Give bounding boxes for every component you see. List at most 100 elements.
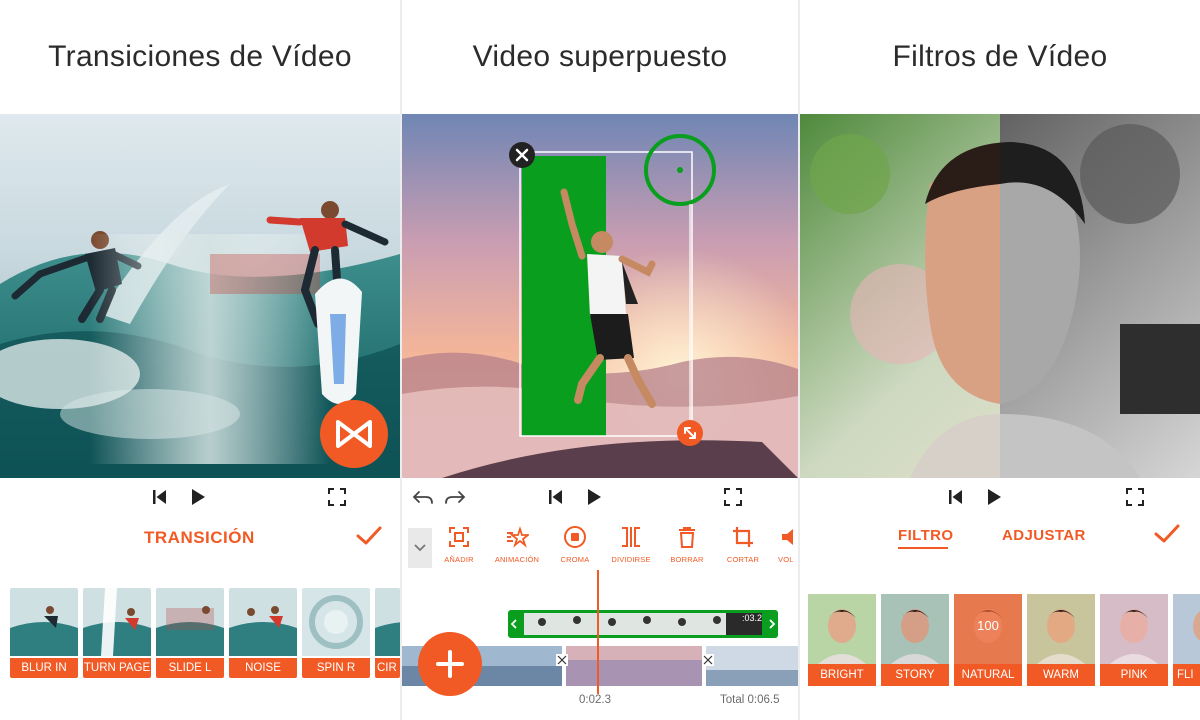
video-preview[interactable] <box>0 114 400 478</box>
volume-icon <box>782 529 793 545</box>
tool-delete[interactable]: BORRAR <box>658 523 716 569</box>
filter-label: NATURAL <box>954 664 1022 686</box>
total-time: Total 0:06.5 <box>720 694 780 706</box>
filter-item[interactable]: STORY <box>881 594 949 686</box>
add-media-button[interactable] <box>418 632 482 696</box>
current-time: 0:02.3 <box>579 694 611 706</box>
tool-label: DIVIDIRSE <box>611 555 651 564</box>
video-preview[interactable] <box>800 114 1200 478</box>
transition-bowtie-icon <box>336 420 372 448</box>
play-icon[interactable] <box>586 488 602 506</box>
transition-label: CIR <box>375 658 400 678</box>
video-preview[interactable] <box>402 114 798 478</box>
filter-thumbnail <box>881 594 949 664</box>
transition-thumbnail <box>83 588 151 656</box>
transition-thumbnail <box>10 588 78 656</box>
close-overlay-button[interactable] <box>509 142 535 168</box>
add-layer-icon <box>449 527 469 547</box>
split-icon <box>622 527 640 547</box>
filter-item[interactable]: BRIGHT <box>808 594 876 686</box>
fullscreen-icon[interactable] <box>328 488 346 506</box>
filters-panel: Filtros de Vídeo FILTRO ADJUSTAR BRIGHT … <box>800 0 1200 720</box>
filter-intensity-value: 100 <box>977 618 999 633</box>
transition-thumbnail <box>375 588 400 656</box>
skip-back-icon[interactable] <box>948 488 964 506</box>
skip-back-icon[interactable] <box>152 488 168 506</box>
fullscreen-icon[interactable] <box>1126 488 1144 506</box>
resize-icon <box>684 427 696 439</box>
tool-animation[interactable]: ANIMACIÓN <box>488 523 546 569</box>
filter-thumbnail <box>1100 594 1168 664</box>
checkmark-icon[interactable] <box>356 526 382 546</box>
filter-item[interactable]: WARM <box>1027 594 1095 686</box>
tab-adjust[interactable]: ADJUSTAR <box>1002 527 1086 544</box>
transition-item[interactable]: BLUR IN <box>10 588 78 678</box>
undo-icon[interactable] <box>412 488 434 506</box>
timeline[interactable]: :03.2 0:02.3 Total 0:06.5 <box>402 570 798 720</box>
portrait-scene-image <box>800 114 1200 478</box>
tab-filter[interactable]: FILTRO <box>898 527 953 544</box>
tool-chroma[interactable]: CROMA <box>546 523 604 569</box>
transition-item[interactable]: CIR <box>375 588 400 678</box>
transition-item[interactable]: SPIN R <box>302 588 370 678</box>
transition-fab-button[interactable] <box>320 400 388 468</box>
transition-item[interactable]: SLIDE L <box>156 588 224 678</box>
transition-label: TURN PAGE <box>83 658 151 678</box>
tool-split[interactable]: DIVIDIRSE <box>602 523 660 569</box>
filter-thumbnail <box>1027 594 1095 664</box>
tool-label: BORRAR <box>670 555 704 564</box>
tool-label: ANIMACIÓN <box>494 555 540 564</box>
tool-label: CROMA <box>560 555 590 564</box>
filter-thumbnail <box>1173 594 1200 664</box>
play-icon[interactable] <box>190 488 206 506</box>
checkmark-icon[interactable] <box>1154 524 1180 544</box>
filter-item-selected[interactable]: 100 NATURAL <box>954 594 1022 686</box>
playback-controls <box>0 478 400 518</box>
play-icon[interactable] <box>986 488 1002 506</box>
filter-item[interactable]: PINK <box>1100 594 1168 686</box>
close-icon <box>515 148 529 162</box>
animation-icon <box>507 526 529 548</box>
overlay-clip-duration: :03.2 <box>742 613 763 623</box>
transition-thumbnail <box>302 588 370 656</box>
tab-active-underline <box>898 547 948 549</box>
transitions-panel: Transiciones de Vídeo TRANSICIÓN BLUR IN… <box>0 0 400 720</box>
chroma-icon <box>564 526 586 548</box>
filter-label: PINK <box>1100 664 1168 686</box>
panel-title: Filtros de Vídeo <box>892 40 1108 73</box>
sunset-scene-image <box>402 114 798 478</box>
playback-controls <box>800 478 1200 518</box>
panel-title: Transiciones de Vídeo <box>48 40 352 73</box>
transition-item[interactable]: NOISE <box>229 588 297 678</box>
filter-label: FLI <box>1173 664 1200 686</box>
redo-icon[interactable] <box>444 488 466 506</box>
filter-label: STORY <box>881 664 949 686</box>
filter-label: BRIGHT <box>808 664 876 686</box>
transition-thumbnail <box>229 588 297 656</box>
panel-title: Video superpuesto <box>472 40 728 73</box>
filter-thumbnail <box>808 594 876 664</box>
overlay-panel: Video superpuesto AÑADIR ANIMACIÓN CROMA… <box>402 0 798 720</box>
tool-crop[interactable]: CORTAR <box>714 523 772 569</box>
tool-volume[interactable]: VOL <box>770 523 798 569</box>
filter-item[interactable]: FLI <box>1173 594 1200 686</box>
transition-label: SPIN R <box>302 658 370 678</box>
collapse-toolbar-button[interactable] <box>408 528 432 568</box>
transition-label: NOISE <box>229 658 297 678</box>
trash-icon <box>679 527 695 548</box>
skip-back-icon[interactable] <box>548 488 564 506</box>
resize-overlay-handle[interactable] <box>677 420 703 446</box>
fullscreen-icon[interactable] <box>724 488 742 506</box>
transition-label: SLIDE L <box>156 658 224 678</box>
tool-label: VOL <box>778 555 794 564</box>
add-icon <box>436 650 464 678</box>
crop-icon <box>733 527 753 547</box>
tool-label: AÑADIR <box>444 555 474 564</box>
tool-add[interactable]: AÑADIR <box>430 523 488 569</box>
transition-label: BLUR IN <box>10 658 78 678</box>
chevron-down-icon <box>414 544 426 552</box>
transition-thumbnail <box>156 588 224 656</box>
filter-label: WARM <box>1027 664 1095 686</box>
playback-controls <box>402 478 798 518</box>
transition-item[interactable]: TURN PAGE <box>83 588 151 678</box>
